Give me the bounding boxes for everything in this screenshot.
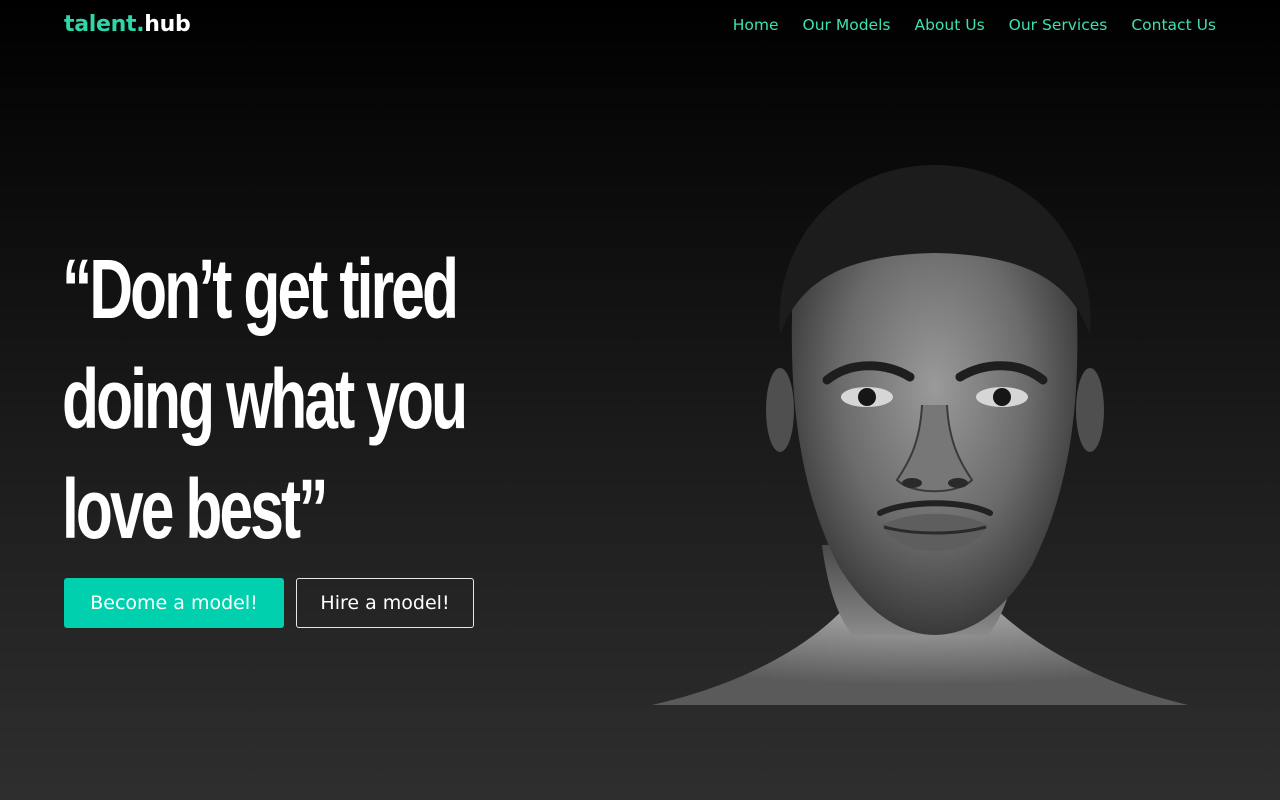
nav-link-our-services[interactable]: Our Services (1009, 16, 1108, 34)
brand-logo-part1: talent. (64, 12, 145, 37)
nav-links: Home Our Models About Us Our Services Co… (733, 16, 1216, 34)
hero-headline-line3: love best” (62, 462, 329, 556)
hero-headline: “Don’t get tired doing what you love bes… (62, 234, 537, 564)
nav-link-home[interactable]: Home (733, 16, 779, 34)
brand-logo-part2: hub (144, 12, 191, 37)
hero-headline-line2: doing what you (62, 352, 468, 446)
nav-link-about-us[interactable]: About Us (914, 16, 984, 34)
brand-logo[interactable]: talent.hub (64, 12, 191, 37)
become-model-button[interactable]: Become a model! (64, 578, 284, 628)
nav-link-contact-us[interactable]: Contact Us (1131, 16, 1216, 34)
model-portrait-image (652, 165, 1188, 705)
nav-link-our-models[interactable]: Our Models (803, 16, 891, 34)
navbar: talent.hub Home Our Models About Us Our … (0, 0, 1280, 52)
hero-headline-line1: “Don’t get tired (62, 242, 459, 336)
hire-model-button[interactable]: Hire a model! (296, 578, 474, 628)
